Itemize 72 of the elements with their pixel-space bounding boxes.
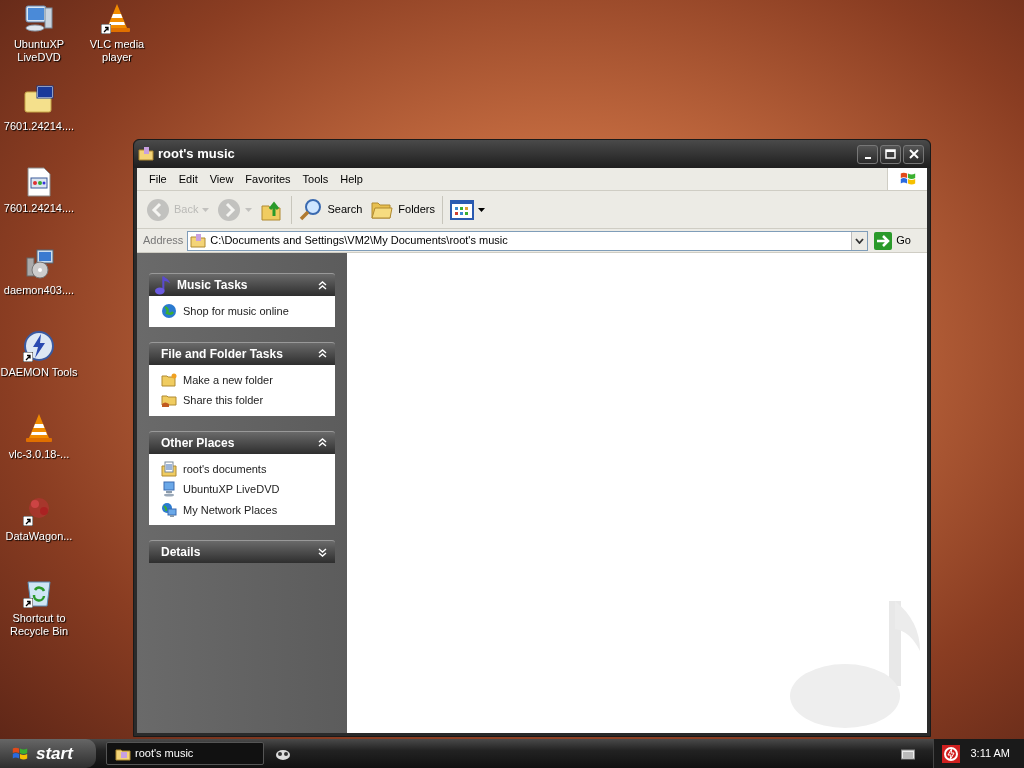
globe-icon (161, 303, 177, 320)
keyboard-icon (901, 747, 916, 760)
clock: 3:11 AM (970, 746, 1010, 762)
close-icon (908, 149, 919, 159)
close-button[interactable] (903, 144, 924, 164)
menu-item[interactable]: View (203, 170, 240, 188)
menu-item[interactable]: Edit (172, 170, 204, 188)
desktop-icon-label: UbuntuXP LiveDVD (12, 38, 66, 64)
desktop-icon[interactable] (23, 330, 55, 362)
share-icon (161, 392, 177, 409)
shortcut-arrow-icon (23, 352, 33, 362)
task-link[interactable]: My Network Places (161, 501, 323, 518)
maximize-icon (885, 149, 896, 159)
task-link[interactable]: Share this folder (161, 392, 323, 409)
bolt-icon (942, 744, 961, 763)
menu-item[interactable]: Help (334, 170, 369, 188)
shortcut-arrow-icon (23, 598, 33, 608)
shortcut-arrow-icon (101, 24, 111, 34)
desktop-icon-label: 7601.24214.... (3, 120, 75, 133)
task-link[interactable]: root's documents (161, 460, 323, 477)
desktop-icon[interactable] (23, 248, 55, 280)
taskbar-button[interactable]: root's music (106, 742, 264, 765)
menu-item[interactable]: Tools (296, 170, 335, 188)
folder-icon (138, 146, 154, 162)
minimize-button[interactable] (857, 144, 878, 164)
views-icon (450, 197, 474, 222)
section-header[interactable]: Music Tasks (149, 273, 335, 296)
shortcut-arrow-icon (23, 516, 33, 526)
maximize-button[interactable] (880, 144, 901, 164)
desktop-icon-label: 7601.24214.... (3, 202, 75, 215)
desktop-icon-label: daemon403.... (3, 284, 75, 297)
desktop-icon[interactable] (23, 412, 55, 444)
installer-icon (23, 248, 55, 280)
desktop-icon-label: DataWagon... (5, 530, 73, 543)
search-icon (299, 197, 324, 222)
task-link[interactable]: Make a new folder (161, 371, 323, 388)
search-button[interactable]: Search (296, 194, 366, 225)
start-button[interactable]: start (0, 739, 96, 768)
menu-item[interactable]: File (143, 170, 173, 188)
window-title: root's music (158, 145, 235, 164)
arrow-right-icon (874, 231, 893, 250)
docs-icon (161, 460, 177, 477)
chevron-down-icon (855, 237, 865, 244)
music-note-icon (155, 274, 173, 296)
task-link[interactable]: UbuntuXP LiveDVD (161, 481, 323, 498)
section-header[interactable]: File and Folder Tasks (149, 341, 335, 365)
desktop-icon-label: Shortcut to Recycle Bin (8, 612, 70, 638)
folder-icon (161, 371, 177, 388)
network-icon (161, 501, 177, 518)
dropdown-caret-icon (478, 207, 485, 212)
section-header[interactable]: Details (149, 540, 335, 563)
folder-icon (190, 232, 207, 249)
desktop-icon[interactable] (23, 2, 55, 34)
address-label: Address (143, 233, 184, 249)
desktop-icon-label: vlc-3.0.18-... (8, 448, 70, 461)
cone-icon (23, 412, 55, 444)
desktop-icon-label: DAEMON Tools (0, 366, 78, 379)
computer-icon (23, 2, 55, 34)
forward-icon (217, 197, 242, 222)
go-button[interactable]: Go (872, 231, 927, 250)
dropdown-caret-icon (245, 207, 253, 212)
computer-icon (161, 481, 177, 498)
dropdown-button[interactable] (851, 231, 868, 250)
section-header[interactable]: Other Places (149, 430, 335, 454)
address-field[interactable]: C:\Documents and Settings\VM2\My Documents\root's music (187, 230, 869, 251)
menu-item[interactable]: Favorites (239, 170, 297, 188)
folders-button[interactable]: Folders (367, 194, 438, 225)
minimize-icon (864, 156, 871, 159)
back-icon (146, 197, 170, 222)
desktop-icon-label: VLC media player (88, 38, 146, 64)
dropdown-caret-icon (202, 207, 210, 212)
desktop-icon[interactable] (101, 2, 133, 34)
